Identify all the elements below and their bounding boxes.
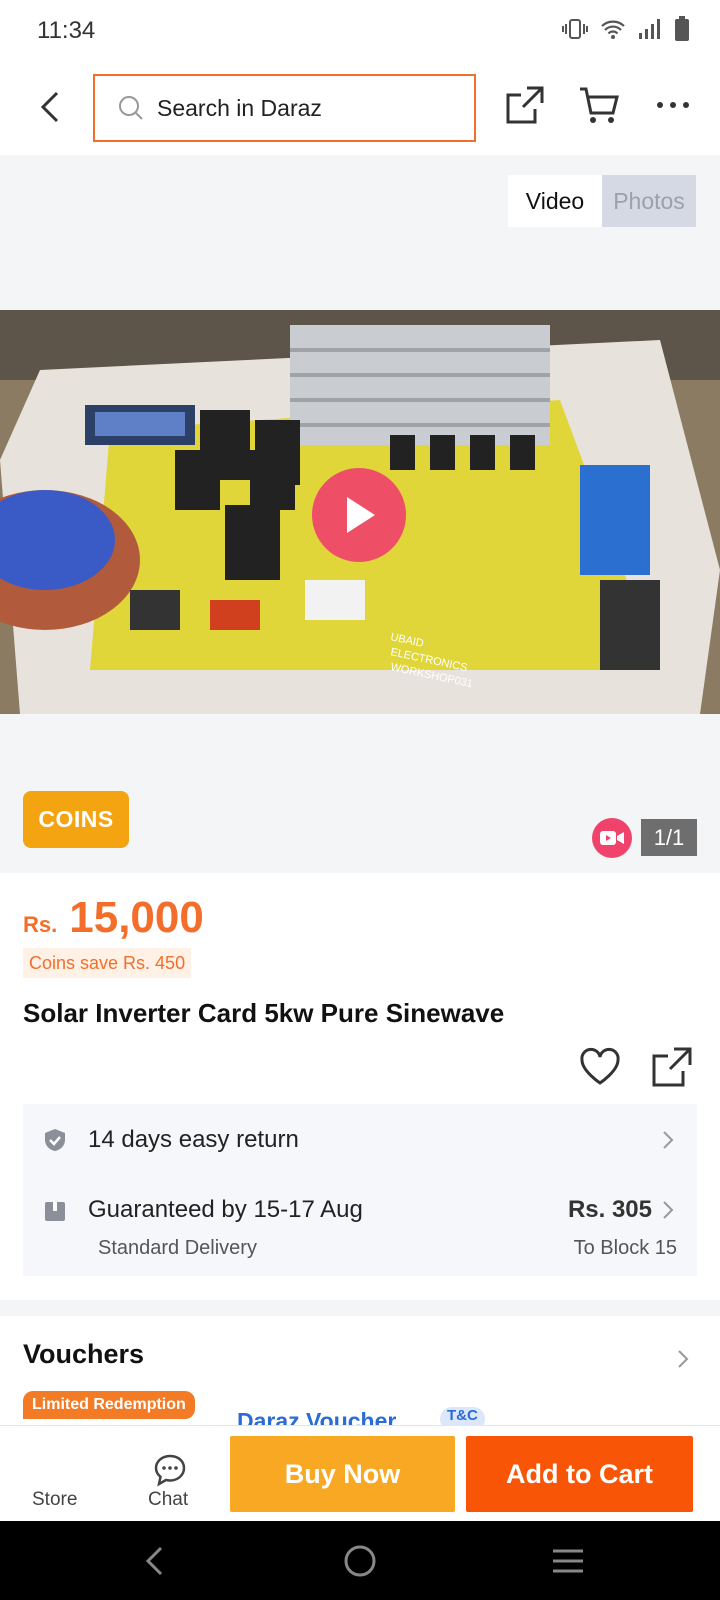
coins-save-badge: Coins save Rs. 450 — [23, 948, 192, 978]
recents-nav-icon — [553, 1549, 583, 1573]
section-divider — [0, 1300, 720, 1316]
price-currency: Rs. — [23, 912, 58, 937]
media-tabs: Video Photos — [508, 175, 696, 227]
delivery-fee: Rs. 305 — [567, 1196, 652, 1223]
package-icon — [45, 1202, 65, 1221]
share-button[interactable] — [500, 80, 550, 130]
video-camera-button[interactable] — [592, 818, 632, 858]
limited-redemption-tag: Limited Redemption — [23, 1391, 195, 1419]
chat-label: Chat — [148, 1489, 189, 1510]
price-row: Rs. 15,000 — [23, 893, 204, 943]
share-icon — [652, 1047, 692, 1087]
wifi-icon — [600, 18, 626, 45]
system-navigation-bar — [0, 1521, 720, 1600]
cart-icon — [580, 87, 619, 123]
share-icon — [506, 86, 544, 124]
chevron-right-icon — [663, 1131, 674, 1149]
vibrate-icon — [562, 17, 588, 46]
system-home-button[interactable] — [338, 1539, 382, 1583]
buy-now-button[interactable]: Buy Now — [230, 1436, 455, 1512]
back-nav-icon — [145, 1546, 163, 1576]
status-time: 11:34 — [37, 17, 96, 44]
status-icons — [562, 16, 690, 47]
vouchers-title: Vouchers — [23, 1339, 145, 1369]
store-label: Store — [32, 1489, 78, 1510]
chevron-right-icon — [663, 1201, 674, 1219]
product-title: Solar Inverter Card 5kw Pure Sinewave — [23, 998, 505, 1028]
more-options-button[interactable] — [648, 80, 698, 130]
chat-icon — [154, 1454, 186, 1487]
heart-icon — [580, 1047, 620, 1085]
product-share-button[interactable] — [650, 1045, 694, 1089]
delivery-info-box: 14 days easy return Guaranteed by 15-17 … — [23, 1104, 697, 1276]
more-icon — [657, 102, 689, 108]
search-box[interactable] — [93, 74, 476, 142]
price-value: 15,000 — [69, 893, 204, 942]
system-recents-button[interactable] — [546, 1539, 590, 1583]
store-button[interactable]: Store — [20, 1426, 92, 1522]
shield-check-icon — [45, 1129, 65, 1151]
video-camera-icon — [600, 831, 624, 845]
add-to-cart-button[interactable]: Add to Cart — [466, 1436, 693, 1512]
wishlist-button[interactable] — [578, 1045, 622, 1089]
delivery-type: Standard Delivery — [98, 1237, 257, 1259]
battery-icon — [674, 16, 690, 47]
system-back-button[interactable] — [132, 1539, 176, 1583]
cart-button[interactable] — [574, 80, 624, 130]
search-icon — [119, 96, 143, 120]
back-arrow-icon — [40, 91, 59, 123]
home-nav-icon — [344, 1545, 376, 1577]
search-input[interactable] — [157, 94, 437, 122]
product-gallery[interactable]: Video Photos UBAID ELECTRONICS WORKSHOP0… — [0, 155, 720, 873]
tab-photos[interactable]: Photos — [602, 175, 696, 227]
play-icon — [347, 497, 375, 533]
coins-badge: COINS — [23, 791, 129, 848]
chat-button[interactable]: Chat — [140, 1426, 200, 1522]
bottom-action-bar: Store Chat Buy Now Add to Cart — [0, 1425, 720, 1521]
gallery-page-counter: 1/1 — [641, 819, 697, 856]
back-button[interactable] — [30, 85, 70, 129]
delivery-destination: To Block 15 — [573, 1237, 677, 1259]
return-policy-row[interactable]: 14 days easy return — [23, 1104, 697, 1176]
return-text: 14 days easy return — [88, 1126, 299, 1153]
signal-icon — [638, 18, 662, 45]
play-video-button[interactable] — [312, 468, 406, 562]
guarantee-text: Guaranteed by 15-17 Aug — [88, 1196, 363, 1223]
tab-video[interactable]: Video — [508, 175, 602, 227]
status-bar: 11:34 — [0, 0, 720, 60]
top-header — [0, 60, 720, 155]
chevron-right-icon[interactable] — [676, 1348, 690, 1370]
